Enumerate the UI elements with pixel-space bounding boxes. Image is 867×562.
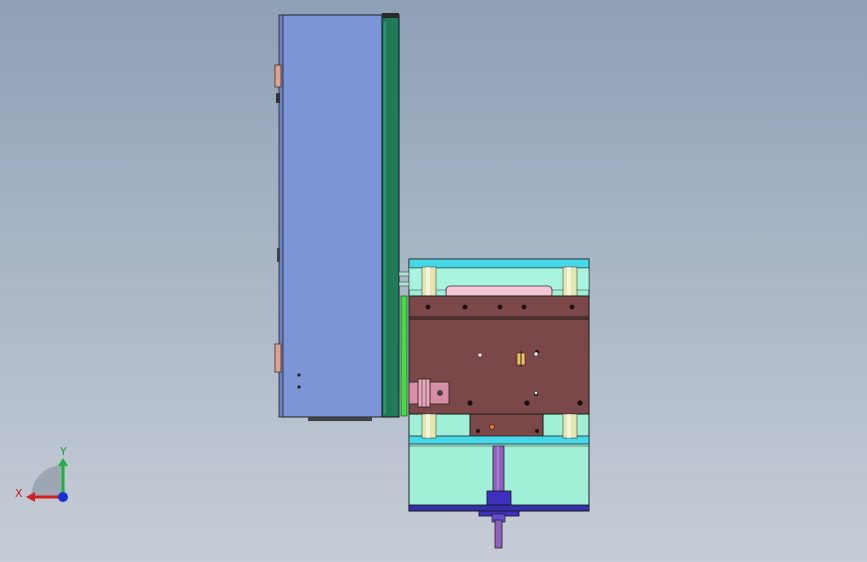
pink-cylinder[interactable] [408, 378, 450, 408]
cabinet-door-inner [384, 22, 386, 414]
hinge-bottom [274, 343, 282, 373]
connector-bar [398, 281, 410, 287]
brown-lower-block [469, 413, 544, 439]
lime-strip [400, 295, 408, 417]
orange-pin [489, 424, 495, 430]
cabinet-body [281, 14, 383, 418]
z-axis-dot [58, 492, 68, 502]
y-axis-label: Y [59, 445, 67, 458]
white-pin [533, 351, 539, 357]
x-axis-label: X [15, 487, 23, 500]
hinge-top [274, 64, 282, 88]
white-pin [534, 391, 538, 395]
gate-fitting [516, 351, 526, 367]
mold-assembly[interactable] [398, 258, 590, 549]
cabinet-screw [297, 373, 301, 377]
white-pin [477, 352, 483, 358]
cad-viewport[interactable]: Y X [0, 0, 867, 562]
cabinet-assembly[interactable] [274, 13, 400, 421]
model-view[interactable]: Y X [0, 0, 867, 562]
bottom-bar [408, 504, 590, 512]
coordinate-triad: Y X [15, 445, 68, 502]
top-cyan-plate [408, 258, 590, 269]
cabinet-door-cap [382, 13, 399, 18]
triad-arc [31, 465, 63, 497]
cabinet-screw [297, 385, 301, 389]
hinge-clip-mid [277, 248, 280, 262]
connector-bar [398, 271, 410, 277]
hinge-clip-top [276, 93, 280, 103]
